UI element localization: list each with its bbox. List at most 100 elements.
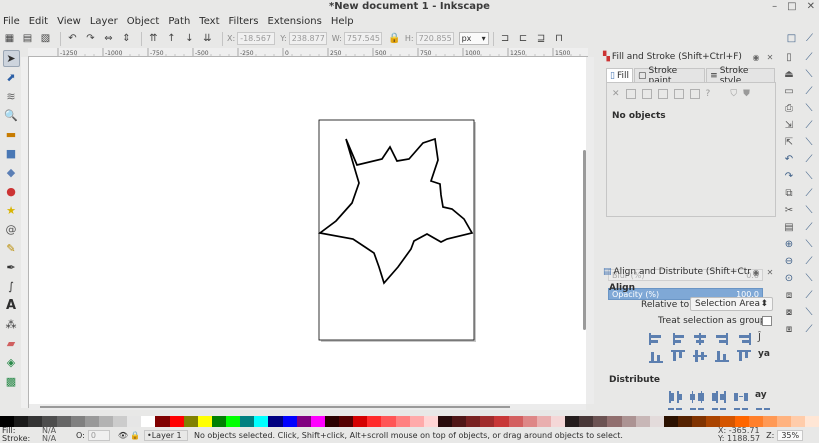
lower-icon[interactable]: ↓ xyxy=(182,31,197,46)
menu-filters[interactable]: Filters xyxy=(229,16,259,27)
align-baseline-icon[interactable]: ya xyxy=(758,349,774,363)
align-top-icon[interactable] xyxy=(670,349,686,363)
palette-swatch[interactable] xyxy=(508,416,523,427)
snap-page-icon[interactable]: ⟍ xyxy=(802,271,817,286)
palette-swatch[interactable] xyxy=(381,416,396,427)
menu-edit[interactable]: Edit xyxy=(29,16,48,27)
palette-swatch[interactable] xyxy=(621,416,636,427)
menu-help[interactable]: Help xyxy=(331,16,354,27)
paste-icon[interactable]: ▤ xyxy=(782,220,797,235)
node-tool-icon[interactable]: ⬈ xyxy=(3,69,20,86)
calligraphy-tool-icon[interactable]: ∫ xyxy=(3,278,20,295)
palette-swatch[interactable] xyxy=(565,416,580,427)
radial-gradient-icon[interactable] xyxy=(657,89,668,99)
panel-close-icon[interactable]: ✕ xyxy=(765,268,775,277)
layer-visibility-icon[interactable]: 👁 xyxy=(118,431,128,440)
palette-swatch[interactable] xyxy=(480,416,495,427)
spiral-tool-icon[interactable]: @ xyxy=(3,221,20,238)
export-icon[interactable]: ⇱ xyxy=(782,135,797,150)
snap-enable-icon[interactable]: ⟋ xyxy=(802,50,817,65)
unset-paint-icon[interactable]: ? xyxy=(706,89,711,99)
snap-paths-icon[interactable]: ⟍ xyxy=(802,135,817,150)
snap-intersections-icon[interactable]: ⟋ xyxy=(802,152,817,167)
snap-grid-icon[interactable]: ⟋ xyxy=(802,288,817,303)
paint-bucket-tool-icon[interactable]: ◈ xyxy=(3,354,20,371)
snap-midpoints-icon[interactable]: ⟍ xyxy=(802,203,817,218)
snap-rotation-icon[interactable]: ⟍ xyxy=(802,237,817,252)
selector-tool-icon[interactable]: ➤ xyxy=(2,50,20,67)
palette-swatch[interactable] xyxy=(466,416,481,427)
menu-text[interactable]: Text xyxy=(199,16,219,27)
snap-nodes-icon[interactable]: ⟋ xyxy=(802,118,817,133)
maximize-button[interactable]: □ xyxy=(787,1,796,12)
palette-swatch[interactable] xyxy=(635,416,650,427)
palette-swatch[interactable] xyxy=(324,416,339,427)
palette-swatch[interactable] xyxy=(296,416,311,427)
y-field[interactable]: Y: 238.877 xyxy=(280,32,327,45)
palette-swatch[interactable] xyxy=(127,416,142,427)
menu-view[interactable]: View xyxy=(57,16,81,27)
align-right-to-left-icon[interactable] xyxy=(648,332,664,346)
w-field[interactable]: W: 757.545 xyxy=(332,32,382,45)
palette-swatch[interactable] xyxy=(353,416,368,427)
distribute-left-icon[interactable] xyxy=(667,390,683,404)
palette-swatch[interactable] xyxy=(240,416,255,427)
align-center-vertical-icon[interactable] xyxy=(692,349,708,363)
palette-swatch[interactable] xyxy=(395,416,410,427)
palette-swatch[interactable] xyxy=(452,416,467,427)
zoom-drawing-icon[interactable]: ⊖ xyxy=(782,254,797,269)
distribute-text-icon[interactable]: ay xyxy=(755,390,771,404)
vertical-scrollbar[interactable] xyxy=(586,57,594,404)
vertical-scroll-thumb[interactable] xyxy=(583,150,586,330)
minimize-button[interactable]: – xyxy=(772,1,777,12)
snap-others-icon[interactable]: ⟋ xyxy=(802,322,817,337)
align-top-to-bottom-icon[interactable] xyxy=(736,349,752,363)
palette-swatch[interactable] xyxy=(56,416,71,427)
palette-swatch[interactable] xyxy=(113,416,128,427)
snap-guide-icon[interactable]: ⟍ xyxy=(802,305,817,320)
fill-rule-nonzero-icon[interactable]: ⛊ xyxy=(743,89,750,99)
align-left-to-right-icon[interactable] xyxy=(736,332,752,346)
layer-select[interactable]: •Layer 1 xyxy=(143,429,188,441)
palette-swatch[interactable] xyxy=(536,416,551,427)
undo-icon[interactable]: ↶ xyxy=(782,152,797,167)
align-bottom-to-top-icon[interactable] xyxy=(648,349,664,363)
palette-swatch[interactable] xyxy=(593,416,608,427)
snap-bbox-edge-icon[interactable]: ⟋ xyxy=(802,84,817,99)
panel-iconify-icon[interactable]: ◉ xyxy=(751,268,761,277)
palette-swatch[interactable] xyxy=(522,416,537,427)
palette-swatch[interactable] xyxy=(607,416,622,427)
select-all-icon[interactable]: ▦ xyxy=(2,31,17,46)
tab-stroke-style[interactable]: ≡ Stroke style xyxy=(706,66,775,86)
opacity-field[interactable]: 0 xyxy=(87,429,110,441)
palette-swatch[interactable] xyxy=(141,416,156,427)
zoom-field[interactable]: 35% xyxy=(777,429,804,441)
palette-swatch[interactable] xyxy=(776,416,791,427)
palette-swatch[interactable] xyxy=(409,416,424,427)
flip-horizontal-icon[interactable]: ⇔ xyxy=(101,31,116,46)
align-bottom-icon[interactable] xyxy=(714,349,730,363)
treat-as-group-checkbox[interactable] xyxy=(762,316,772,326)
fill-rule-evenodd-icon[interactable]: ⛉ xyxy=(730,89,737,99)
new-document-icon[interactable]: □ xyxy=(784,31,799,46)
menu-path[interactable]: Path xyxy=(168,16,190,27)
deselect-icon[interactable]: ▧ xyxy=(38,31,53,46)
panel-iconify-icon[interactable]: ◉ xyxy=(751,53,761,62)
tab-fill[interactable]: ▯ Fill xyxy=(606,68,633,82)
zoom-page-icon[interactable]: ⊙ xyxy=(782,271,797,286)
flip-vertical-icon[interactable]: ⇕ xyxy=(119,31,134,46)
horizontal-scroll-thumb[interactable] xyxy=(40,406,510,408)
palette-swatch[interactable] xyxy=(550,416,565,427)
distribute-right-icon[interactable] xyxy=(711,390,727,404)
palette-swatch[interactable] xyxy=(663,416,678,427)
palette-swatch[interactable] xyxy=(791,416,806,427)
distribute-center-icon[interactable] xyxy=(689,390,705,404)
gradient-tool-icon[interactable]: ▩ xyxy=(3,373,20,390)
star-tool-icon[interactable]: ★ xyxy=(3,202,20,219)
lock-icon[interactable]: 🔒 xyxy=(387,31,402,46)
palette-swatch[interactable] xyxy=(155,416,170,427)
align-right-icon[interactable] xyxy=(714,332,730,346)
rotate-cw-icon[interactable]: ↷ xyxy=(83,31,98,46)
palette-swatch[interactable] xyxy=(649,416,664,427)
cut-icon[interactable]: ✂ xyxy=(782,203,797,218)
